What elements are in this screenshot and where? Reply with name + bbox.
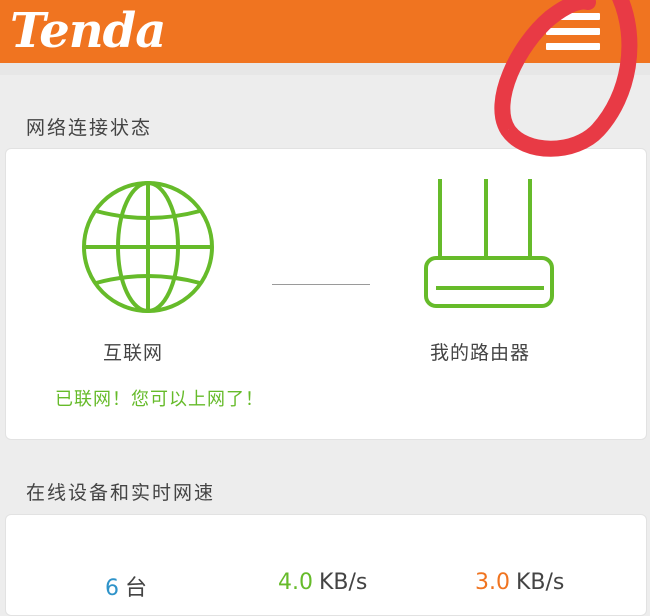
upload-speed-value: 3.0: [475, 570, 510, 595]
menu-bar-top: [546, 13, 600, 20]
device-count-value: 6: [105, 576, 119, 601]
download-speed: 4.0 KB/s: [278, 570, 367, 595]
device-count-unit: 台: [125, 576, 148, 601]
connection-line: [272, 284, 370, 285]
tenda-logo: Tenda: [10, 3, 166, 59]
menu-bar-middle: [546, 28, 600, 35]
router-body: [424, 256, 554, 308]
devices-section-title: 在线设备和实时网速: [26, 482, 216, 504]
router-label: 我的路由器: [430, 342, 531, 364]
hamburger-menu-icon[interactable]: [546, 13, 600, 51]
upload-speed-unit: KB/s: [516, 570, 565, 595]
internet-label: 互联网: [103, 342, 164, 364]
download-speed-unit: KB/s: [319, 570, 368, 595]
connection-status-text: 已联网！您可以上网了！: [55, 389, 264, 410]
menu-bar-bottom: [546, 43, 600, 50]
app-header: Tenda: [0, 0, 650, 63]
globe-icon[interactable]: [78, 177, 218, 317]
connection-section-title: 网络连接状态: [26, 117, 153, 139]
download-speed-value: 4.0: [278, 570, 313, 595]
devices-speed-card: [5, 514, 647, 616]
router-icon[interactable]: [420, 175, 560, 315]
header-divider: [0, 63, 650, 75]
online-device-count[interactable]: 6台: [105, 570, 147, 602]
upload-speed: 3.0 KB/s: [475, 570, 564, 595]
